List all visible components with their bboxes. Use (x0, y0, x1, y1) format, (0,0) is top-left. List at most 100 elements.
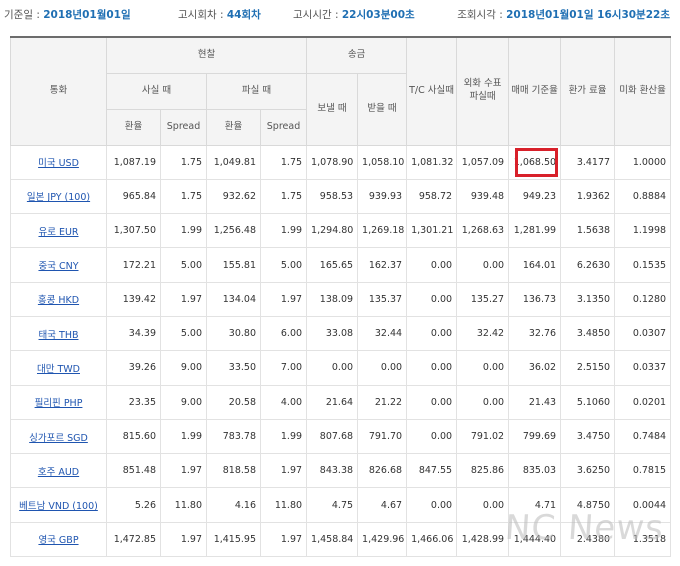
cell-usd: 1.3518 (614, 521, 672, 558)
cell-base: 36.02 (508, 350, 562, 386)
cell-usd: 0.0337 (614, 350, 672, 386)
cell-conv: 4.8750 (560, 487, 616, 523)
cell-tc: 958.72 (406, 178, 458, 215)
cell-receive: 1,269.18 (357, 213, 408, 249)
cell-tc: 1,466.06 (406, 521, 458, 558)
cell-receive: 791.70 (357, 418, 408, 455)
cell-cash-sell-spread: 1.99 (259, 213, 308, 249)
cell-usd: 0.8884 (614, 178, 672, 215)
cell-cash-sell: 134.04 (206, 281, 261, 317)
query-info-bar: 기준일 : 2018년01월01일 고시회차 : 44회차 고시시간 : 22시… (0, 0, 680, 30)
currency-cell: 미국 USD (10, 144, 107, 180)
currency-cell: 호주 AUD (10, 453, 107, 489)
currency-link[interactable]: 호주 AUD (38, 467, 79, 478)
cell-cash-sell-spread: 7.00 (259, 350, 308, 386)
cell-cash-sell-spread: 1.75 (259, 144, 308, 180)
header-usd-conv: 미화 환산율 (614, 36, 672, 146)
cell-usd: 0.0201 (614, 384, 672, 420)
cell-tc: 1,081.32 (406, 144, 458, 180)
cell-cash-buy-spread: 5.00 (160, 315, 207, 352)
cell-send: 0.00 (306, 350, 359, 386)
header-receive: 받을 때 (357, 72, 408, 146)
cell-base: 1,444.40 (508, 521, 562, 558)
cell-conv: 3.4850 (560, 315, 616, 352)
table-row: 미국 USD 1,087.19 1.75 1,049.81 1.75 1,078.90 1,… (10, 144, 672, 180)
header-send: 보낼 때 (306, 72, 359, 146)
cell-usd: 0.7815 (614, 453, 672, 489)
cell-usd: 0.1535 (614, 247, 672, 283)
cell-cash-sell: 783.78 (206, 418, 261, 455)
table-row: 태국 THB 34.39 5.00 30.80 6.00 33.08 32.44 0.00 32… (10, 315, 672, 352)
cell-cash-sell: 1,415.95 (206, 521, 261, 558)
cell-receive: 939.93 (357, 178, 408, 215)
cell-base: 1,281.99 (508, 213, 562, 249)
cell-tc: 0.00 (406, 281, 458, 317)
header-check: 외화 수표 파실때 (456, 36, 510, 146)
cell-cash-sell: 33.50 (206, 350, 261, 386)
currency-link[interactable]: 싱가포르 SGD (29, 433, 88, 444)
base-date: 기준일 : 2018년01월01일 (4, 0, 131, 30)
cell-cash-sell: 818.58 (206, 453, 261, 489)
currency-link[interactable]: 태국 THB (39, 330, 79, 341)
cell-base: 799.69 (508, 418, 562, 455)
cell-cash-buy: 39.26 (106, 350, 161, 386)
currency-link[interactable]: 일본 JPY (100) (27, 192, 90, 203)
header-base-rate: 매매 기준율 (508, 36, 562, 146)
cell-conv: 3.4750 (560, 418, 616, 455)
cell-conv: 6.2630 (560, 247, 616, 283)
cell-cash-sell-spread: 6.00 (259, 315, 308, 352)
cell-usd: 0.7484 (614, 418, 672, 455)
query-time-label: 조회시각 : (457, 9, 503, 21)
header-cash-sell-spread: Spread (259, 108, 308, 146)
cell-check: 1,428.99 (456, 521, 510, 558)
exchange-rate-table-wrapper: 통화 현찰 송금 T/C 사실때 외화 수표 파실때 매매 기준율 환가 료율 … (10, 36, 672, 558)
cell-tc: 847.55 (406, 453, 458, 489)
currency-cell: 유로 EUR (10, 213, 107, 249)
cell-receive: 21.22 (357, 384, 408, 420)
currency-link[interactable]: 유로 EUR (38, 227, 78, 238)
currency-link[interactable]: 중국 CNY (38, 261, 78, 272)
header-cash-sell-rate: 환율 (206, 108, 261, 146)
cell-send: 958.53 (306, 178, 359, 215)
currency-cell: 대만 TWD (10, 350, 107, 386)
cell-check: 32.42 (456, 315, 510, 352)
highlighted-base-rate-cell: 1,068.50 (508, 144, 562, 180)
cell-tc: 1,301.21 (406, 213, 458, 249)
cell-send: 165.65 (306, 247, 359, 283)
cell-cash-buy: 851.48 (106, 453, 161, 489)
cell-cash-buy-spread: 1.97 (160, 521, 207, 558)
table-row: 싱가포르 SGD 815.60 1.99 783.78 1.99 807.68 791.70… (10, 418, 672, 455)
table-row: 영국 GBP 1,472.85 1.97 1,415.95 1.97 1,458.84 1,… (10, 521, 672, 558)
currency-link[interactable]: 베트남 VND (100) (19, 501, 98, 512)
currency-link[interactable]: 홍콩 HKD (38, 295, 79, 306)
currency-cell: 필리핀 PHP (10, 384, 107, 420)
notice-round-label: 고시회차 : (178, 9, 224, 21)
cell-cash-buy-spread: 1.75 (160, 144, 207, 180)
cell-base: 4.71 (508, 487, 562, 523)
base-date-label: 기준일 : (4, 9, 40, 21)
cell-cash-buy-spread: 1.97 (160, 281, 207, 317)
currency-cell: 태국 THB (10, 315, 107, 352)
cell-cash-sell-spread: 1.97 (259, 281, 308, 317)
cell-tc: 0.00 (406, 315, 458, 352)
cell-check: 939.48 (456, 178, 510, 215)
currency-cell: 베트남 VND (100) (10, 487, 107, 523)
cell-check: 135.27 (456, 281, 510, 317)
currency-link[interactable]: 필리핀 PHP (35, 398, 83, 409)
cell-cash-sell-spread: 1.99 (259, 418, 308, 455)
cell-cash-buy-spread: 11.80 (160, 487, 207, 523)
table-row: 홍콩 HKD 139.42 1.97 134.04 1.97 138.09 135.37 0.… (10, 281, 672, 317)
cell-cash-buy: 1,087.19 (106, 144, 161, 180)
currency-link[interactable]: 대만 TWD (37, 364, 80, 375)
currency-link[interactable]: 영국 GBP (38, 535, 78, 546)
cell-base: 835.03 (508, 453, 562, 489)
cell-receive: 0.00 (357, 350, 408, 386)
notice-time: 고시시간 : 22시03분00초 (293, 0, 415, 30)
cell-tc: 0.00 (406, 487, 458, 523)
cell-conv: 2.4380 (560, 521, 616, 558)
cell-check: 825.86 (456, 453, 510, 489)
header-conv-rate: 환가 료율 (560, 36, 616, 146)
header-cash-buy-rate: 환율 (106, 108, 161, 146)
notice-time-value: 22시03분00초 (341, 9, 415, 21)
currency-link[interactable]: 미국 USD (38, 158, 79, 169)
